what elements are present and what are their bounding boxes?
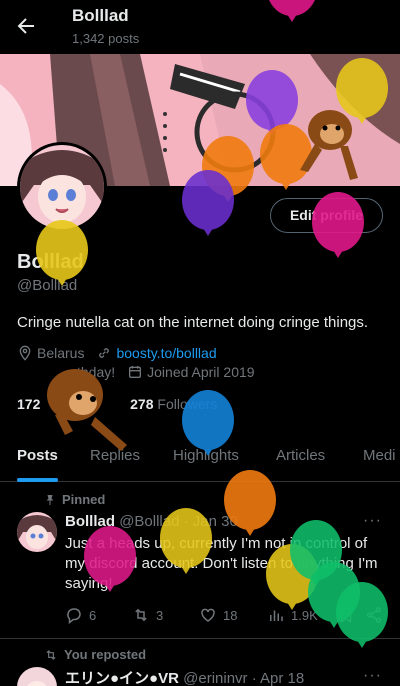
followers-count[interactable]: 278 (130, 396, 153, 412)
share-button[interactable] (365, 606, 389, 624)
back-arrow-icon[interactable] (14, 14, 38, 38)
post2-more-icon[interactable]: ··· (363, 667, 382, 685)
tab-posts[interactable]: Posts (17, 447, 58, 464)
profile-name: Bolllad (17, 251, 84, 273)
tab-replies[interactable]: Replies (90, 447, 140, 464)
profile-handle: @Bolllad (17, 277, 78, 294)
post-avatar[interactable] (17, 512, 57, 552)
repost-button[interactable]: 3 (132, 606, 163, 624)
repost-indicator: You reposted (44, 647, 146, 662)
profile-link[interactable]: boosty.to/bolllad (116, 345, 216, 361)
post-divider (0, 638, 400, 639)
like-button[interactable]: 18 (199, 606, 237, 624)
tab-media[interactable]: Medi (363, 447, 396, 464)
calendar-icon (129, 366, 142, 378)
post-text: Just a heads up, currently I'm not in co… (65, 535, 378, 592)
post-actions: 6 3 18 1.9K (65, 606, 387, 626)
post-header: Bolllad @Bolllad · Jan 30 (65, 513, 238, 530)
heart-icon (201, 608, 215, 622)
profile-bio: Cringe nutella cat on the internet doing… (17, 314, 369, 331)
post2-handle-date[interactable]: @erininvr · Apr 18 (183, 670, 304, 686)
profile-tabs: Posts Replies Highlights Articles Medi (0, 433, 400, 482)
profile-meta-row: Belarus boosty.to/bolllad (17, 345, 217, 361)
edit-profile-button[interactable]: Edit profile (270, 198, 383, 233)
following-count[interactable]: 172 (17, 396, 40, 412)
profile-avatar[interactable] (17, 142, 107, 232)
tab-highlights[interactable]: Highlights (173, 447, 239, 464)
reply-icon (67, 608, 81, 624)
posts-count: 1,342 posts (72, 31, 140, 46)
post2-header: エリン●イン●VR @erininvr · Apr 18 (65, 667, 304, 686)
repost-small-icon (46, 649, 56, 660)
followers-label[interactable]: Followers (157, 396, 217, 412)
post-author[interactable]: Bolllad (65, 513, 115, 530)
pinned-indicator: Pinned (44, 492, 105, 507)
active-tab-indicator (17, 478, 58, 482)
share-icon (366, 607, 382, 623)
reply-button[interactable]: 6 (65, 606, 96, 624)
pin-icon (46, 494, 54, 505)
header-title: Bolllad (72, 6, 129, 25)
profile-meta-row-2: thday! Joined April 2019 (17, 364, 255, 380)
bookmark-icon (340, 607, 352, 624)
post-more-icon[interactable]: ··· (363, 512, 382, 530)
follow-stats: 172 278 Followers (17, 396, 217, 412)
top-bar: Bolllad 1,342 posts (0, 0, 400, 54)
post-handle-date[interactable]: @Bolllad · Jan 30 (119, 513, 238, 530)
post2-author[interactable]: エリン●イン●VR (65, 670, 179, 686)
views-icon (270, 610, 283, 621)
repost-icon (135, 608, 147, 622)
location-icon (19, 345, 31, 361)
profile-joined: Joined April 2019 (147, 364, 255, 380)
views-button[interactable]: 1.9K (267, 606, 318, 624)
profile-birthday: thday! (77, 364, 116, 380)
link-icon (99, 348, 110, 358)
tab-articles[interactable]: Articles (276, 447, 325, 464)
post2-avatar[interactable] (17, 667, 57, 686)
profile-location: Belarus (37, 345, 85, 361)
bookmark-button[interactable] (337, 606, 361, 624)
